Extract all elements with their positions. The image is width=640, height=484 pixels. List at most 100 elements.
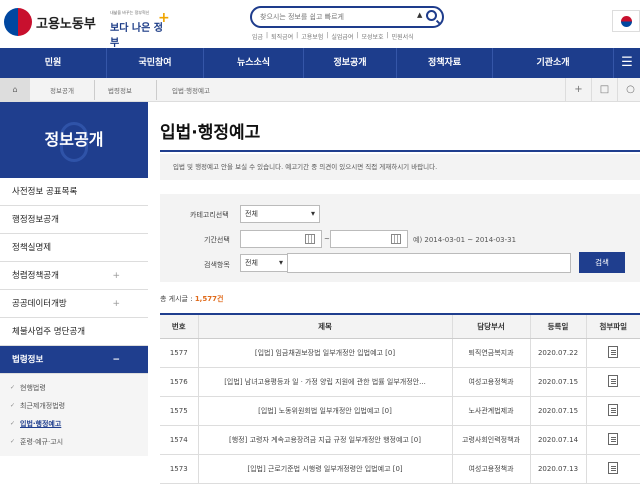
table-row: 1577 [입법] 임금채권보장법 일부개정안 입법예고 [0] 퇴직연금복지과… — [160, 338, 640, 368]
row-department: 퇴직연금복지과 — [451, 338, 530, 368]
row-title-link[interactable]: [행정] 고령자 계속고용장려금 지급 규정 일부개정안 행정예고 [0] — [197, 425, 452, 455]
quick-link[interactable]: 실업급여 — [331, 32, 353, 41]
table-row: 1573 [입법] 근로기준법 시행령 일부개정령안 입법예고 [0] 여성고용… — [160, 454, 640, 484]
hamburger-menu-icon[interactable]: ☰ — [614, 48, 640, 78]
table-row: 1575 [입법] 노동위원회법 일부개정안 입법예고 [0] 노사관계법제과 … — [160, 396, 640, 426]
breadcrumb: ⌂ 정보공개 법령정보 입법·행정예고 + □ ○ — [0, 78, 640, 102]
org-name: 고용노동부 — [36, 16, 96, 32]
table-header-row: 번호 제목 담당부서 등록일 첨부파일 — [160, 314, 640, 339]
category-select[interactable]: 전체 — [240, 205, 320, 223]
breadcrumb-separator — [156, 80, 157, 100]
row-number: 1577 — [160, 338, 198, 368]
row-title-link[interactable]: [입법] 임금채권보장법 일부개정안 입법예고 [0] — [197, 338, 452, 368]
table-row: 1576 [입법] 남녀고용평등과 일ㆍ가정 양립 지원에 관한 법률 일부개정… — [160, 367, 640, 397]
row-department: 여성고용정책과 — [451, 367, 530, 397]
sidebar-subitem-recent-laws[interactable]: 최근제개정법령 — [0, 397, 148, 415]
expand-icon[interactable]: + — [565, 78, 591, 102]
quick-link[interactable]: 민원서식 — [392, 32, 414, 41]
side-nav-title: 정보공개 — [0, 102, 148, 178]
government-emblem-icon — [4, 8, 32, 36]
row-date: 2020.07.15 — [529, 367, 586, 397]
ministry-logo[interactable]: 고용노동부 — [4, 8, 96, 36]
print-icon[interactable]: □ — [591, 78, 617, 102]
column-header: 첨부파일 — [585, 314, 640, 339]
row-department: 여성고용정책과 — [451, 454, 530, 484]
attachment-file-icon[interactable] — [608, 432, 619, 445]
nav-item-participation[interactable]: 국민참여 — [107, 48, 204, 78]
sidebar-submenu: 현행법령 최근제개정법령 입법·행정예고 훈령·예규·고시 — [0, 374, 148, 456]
end-date-input[interactable] — [330, 230, 408, 248]
calendar-icon[interactable] — [391, 234, 401, 244]
column-header: 제목 — [197, 314, 452, 339]
attachment-file-icon[interactable] — [608, 345, 619, 358]
quick-link[interactable]: 모성보호 — [361, 32, 383, 41]
total-count: 총 게시글 : 1,577건 — [160, 295, 224, 303]
row-title-link[interactable]: [입법] 노동위원회법 일부개정안 입법예고 [0] — [197, 396, 452, 426]
sidebar-subitem-current-laws[interactable]: 현행법령 — [0, 379, 148, 397]
attachment-file-icon[interactable] — [608, 403, 619, 416]
start-date-input[interactable] — [240, 230, 322, 248]
attachment-file-icon[interactable] — [608, 461, 619, 474]
search-button[interactable]: 검색 — [579, 252, 625, 273]
search-toggle-icon[interactable]: ▲ — [417, 11, 422, 19]
nav-item-policy[interactable]: 정책자료 — [397, 48, 493, 78]
sidebar-item-wage-arrears[interactable]: 체불사업주 명단공개 — [0, 318, 148, 346]
notice-table: 번호 제목 담당부서 등록일 첨부파일 1577 [입법] 임금채권보장법 일부… — [160, 313, 640, 484]
category-label: 카테고리선택 — [190, 211, 229, 219]
sidebar-item-integrity[interactable]: 청렴정책공개 + — [0, 262, 148, 290]
row-number: 1574 — [160, 425, 198, 455]
sidebar-item-policy-realname[interactable]: 정책실명제 — [0, 234, 148, 262]
sidebar-subitem-directives[interactable]: 훈령·예규·고시 — [0, 433, 148, 451]
breadcrumb-separator — [94, 80, 95, 100]
sidebar-item-law-info[interactable]: 법령정보 − — [0, 346, 148, 374]
row-number: 1576 — [160, 367, 198, 397]
share-icon[interactable]: ○ — [617, 78, 640, 102]
column-header: 번호 — [160, 314, 198, 339]
plus-icon: + — [158, 10, 170, 26]
row-number: 1575 — [160, 396, 198, 426]
period-label: 기간선택 — [204, 236, 230, 244]
breadcrumb-item[interactable]: 정보공개 — [50, 85, 74, 95]
quick-link[interactable]: 고용보험 — [301, 32, 323, 41]
quick-link[interactable]: 임금 — [252, 32, 263, 41]
search-panel: 카테고리선택 전체 기간선택 ~ 예) 2014-03-01 ~ 2014-03… — [160, 194, 640, 282]
nav-item-info-disclosure[interactable]: 정보공개 — [304, 48, 397, 78]
slogan-logo[interactable]: 내삶을 바꾸는 정부혁신 보다 나은 정부 + — [110, 8, 170, 49]
period-example: 예) 2014-03-01 ~ 2014-03-31 — [413, 236, 517, 244]
sidebar-item-prior-info[interactable]: 사전정보 공표목록 — [0, 178, 148, 206]
row-title-link[interactable]: [입법] 남녀고용평등과 일ㆍ가정 양립 지원에 관한 법률 일부개정안... — [197, 367, 452, 397]
row-department: 노사관계법제과 — [451, 396, 530, 426]
search-input[interactable] — [260, 10, 410, 24]
row-title-link[interactable]: [입법] 근로기준법 시행령 일부개정령안 입법예고 [0] — [197, 454, 452, 484]
search-box: ▲ — [250, 6, 444, 28]
total-count-value: 1,577건 — [194, 295, 224, 303]
calendar-icon[interactable] — [305, 234, 315, 244]
main-navigation: 민원 국민참여 뉴스소식 정보공개 정책자료 기관소개 ☰ — [0, 48, 640, 78]
keyword-field-select[interactable]: 전체 — [240, 254, 288, 272]
row-department: 고령사회인력정책과 — [451, 425, 530, 455]
home-icon[interactable]: ⌂ — [0, 78, 30, 102]
korean-flag-icon — [612, 10, 640, 32]
collapse-minus-icon: − — [112, 355, 120, 365]
quick-link[interactable]: 퇴직금여 — [271, 32, 293, 41]
nav-item-news[interactable]: 뉴스소식 — [204, 48, 304, 78]
attachment-file-icon[interactable] — [608, 374, 619, 387]
row-date: 2020.07.15 — [529, 396, 586, 426]
nav-item-civil[interactable]: 민원 — [0, 48, 107, 78]
row-date: 2020.07.14 — [529, 425, 586, 455]
side-navigation: 정보공개 사전정보 공표목록 행정정보공개 정책실명제 청렴정책공개 + 공공데이… — [0, 102, 148, 462]
title-underline — [160, 150, 640, 152]
nav-item-about[interactable]: 기관소개 — [493, 48, 614, 78]
breadcrumb-current: 입법·행정예고 — [172, 87, 210, 95]
keyword-input[interactable] — [287, 253, 571, 273]
breadcrumb-item[interactable]: 법령정보 — [108, 85, 132, 95]
search-icon[interactable] — [426, 10, 437, 21]
expand-plus-icon: + — [112, 271, 120, 281]
top-header: 고용노동부 내삶을 바꾸는 정부혁신 보다 나은 정부 + ▲ 임금| 퇴직금여… — [0, 0, 640, 49]
sidebar-subitem-legislative-notice[interactable]: 입법·행정예고 — [0, 415, 148, 433]
row-date: 2020.07.22 — [529, 338, 586, 368]
sidebar-item-admin-info[interactable]: 행정정보공개 — [0, 206, 148, 234]
sidebar-item-open-data[interactable]: 공공데이터개방 + — [0, 290, 148, 318]
column-header: 담당부서 — [451, 314, 530, 339]
column-header: 등록일 — [529, 314, 586, 339]
